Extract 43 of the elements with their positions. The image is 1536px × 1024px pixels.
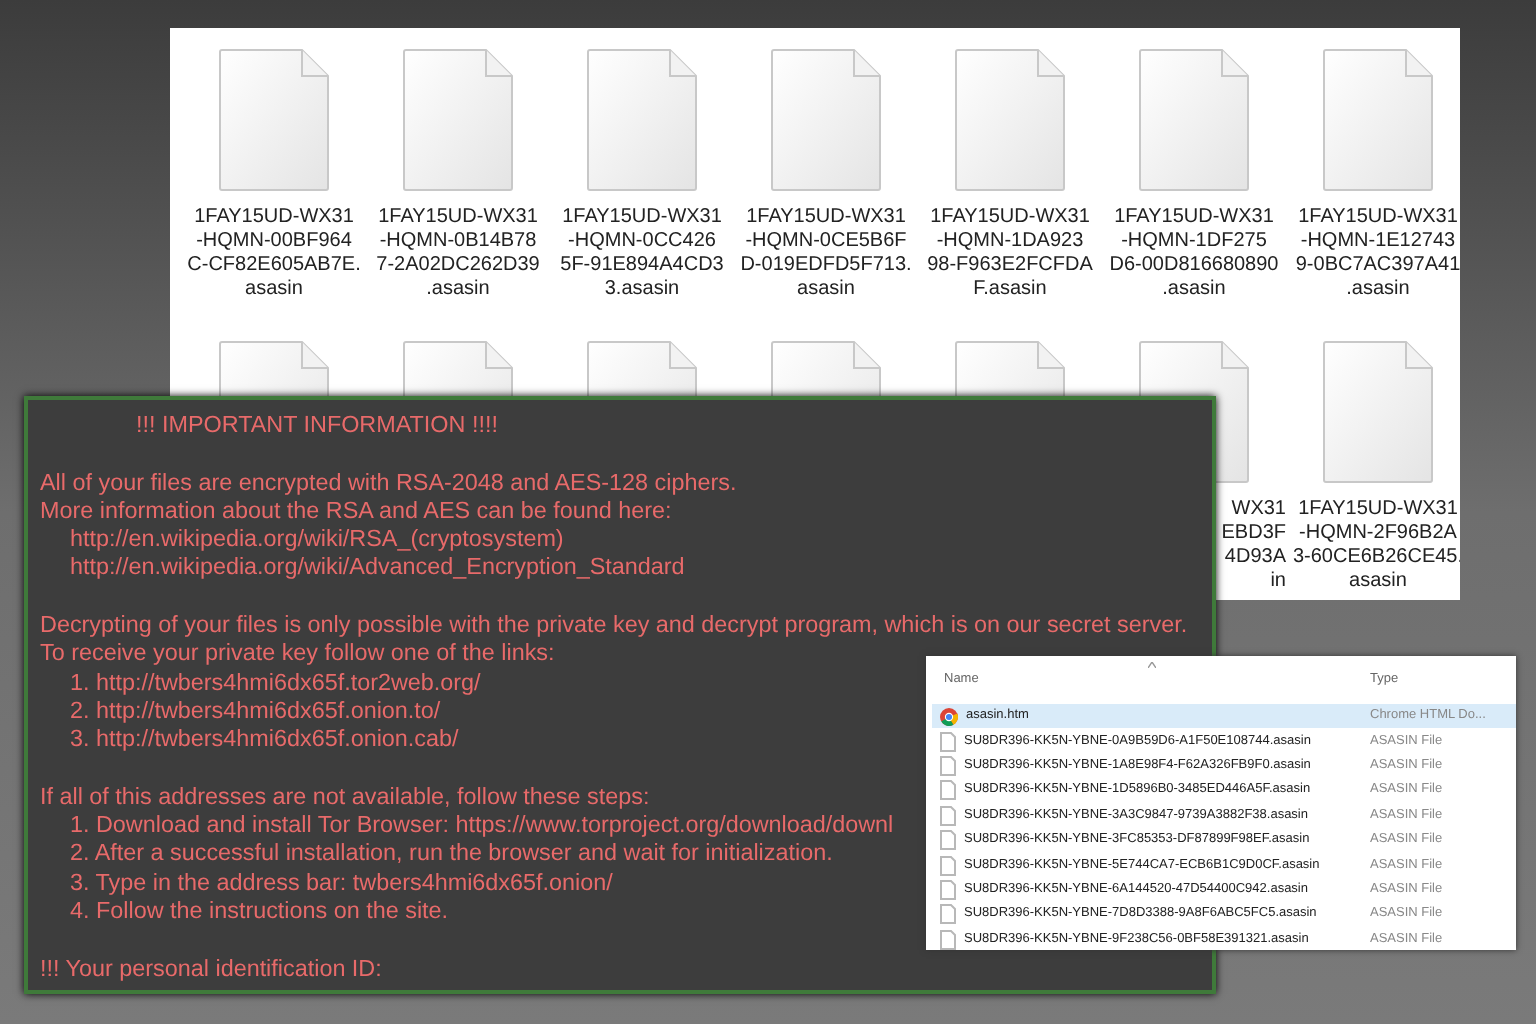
- file-name[interactable]: 1FAY15UD-WX31 -HQMN-00BF964 C-CF82E605AB7E. asasin: [187, 206, 361, 302]
- document-icon: [940, 731, 956, 752]
- document-icon: [940, 904, 956, 925]
- document-icon: [586, 48, 698, 192]
- file-name[interactable]: 1FAY15UD-WX31 -HQMN-0CE5B6F D-019EDFD5F713. asasin: [740, 206, 912, 302]
- note-list-item: 1. Download and install Tor Browser: https://www.torproject.org/download/downl: [68, 812, 894, 841]
- browser-icon: [940, 707, 958, 726]
- note-text: Decrypting of your files is only possible with the private key and decrypt program, which is on our secret server.: [40, 612, 1188, 641]
- document-icon: [940, 780, 956, 801]
- document-icon: [940, 805, 956, 826]
- file-name[interactable]: 1FAY15UD-WX31 -HQMN-1DF275 D6-00D816680890 .asasin: [1109, 206, 1279, 302]
- file-name[interactable]: 1FAY15UD-WX31 -HQMN-1E12743 9-0BC7AC397A41 .asasin: [1295, 206, 1460, 302]
- document-icon: [940, 855, 956, 876]
- note-list-item: 3. Type in the address bar: twbers4hmi6dx65f.onion/: [68, 869, 613, 899]
- document-icon: [940, 755, 956, 776]
- note-title: !!! IMPORTANT INFORMATION !!!!: [134, 412, 500, 441]
- note-list-item: http://en.wikipedia.org/wiki/Advanced_Encryption_Standard: [68, 554, 685, 584]
- file-name[interactable]: WX31 EBD3F 4D93A in: [1221, 498, 1286, 594]
- note-list-item: http://en.wikipedia.org/wiki/RSA_(cryptosystem): [68, 526, 564, 555]
- document-icon: [1322, 48, 1434, 192]
- note-text: To receive your private key follow one of the links:: [40, 640, 555, 670]
- note-text: More information about the RSA and AES can be found here:: [40, 497, 672, 527]
- document-icon: [402, 48, 514, 192]
- document-icon: [1138, 48, 1250, 192]
- sort-caret-icon: [1148, 662, 1156, 668]
- document-icon: [940, 879, 956, 900]
- document-icon: [940, 929, 956, 950]
- file-name[interactable]: 1FAY15UD-WX31 -HQMN-0B14B78 7-2A02DC262D39 .asasin: [376, 206, 540, 302]
- document-icon: [218, 48, 330, 192]
- note-list-item: 3. http://twbers4hmi6dx65f.onion.cab/: [68, 726, 459, 756]
- document-icon: [954, 48, 1066, 192]
- file-name[interactable]: 1FAY15UD-WX31 -HQMN-1DA923 98-F963E2FCFDA F.asasin: [927, 206, 1093, 302]
- note-list-item: 2. After a successful installation, run the browser and wait for initialization.: [68, 840, 833, 870]
- note-list-item: 4. Follow the instructions on the site.: [68, 898, 449, 927]
- document-icon: [940, 830, 956, 851]
- note-list-item: 1. http://twbers4hmi6dx65f.tor2web.org/: [68, 669, 481, 698]
- note-list-item: 2. http://twbers4hmi6dx65f.onion.to/: [68, 697, 441, 727]
- document-icon: [1322, 340, 1434, 484]
- note-text: If all of this addresses are not available, follow these steps:: [40, 783, 650, 813]
- note-text: All of your files are encrypted with RSA-2048 and AES-128 ciphers.: [40, 469, 737, 498]
- note-text: !!! Your personal identification ID:: [40, 955, 382, 984]
- file-name[interactable]: 1FAY15UD-WX31 -HQMN-0CC426 5F-91E894A4CD3 3.asasin: [560, 206, 724, 302]
- document-icon: [770, 48, 882, 192]
